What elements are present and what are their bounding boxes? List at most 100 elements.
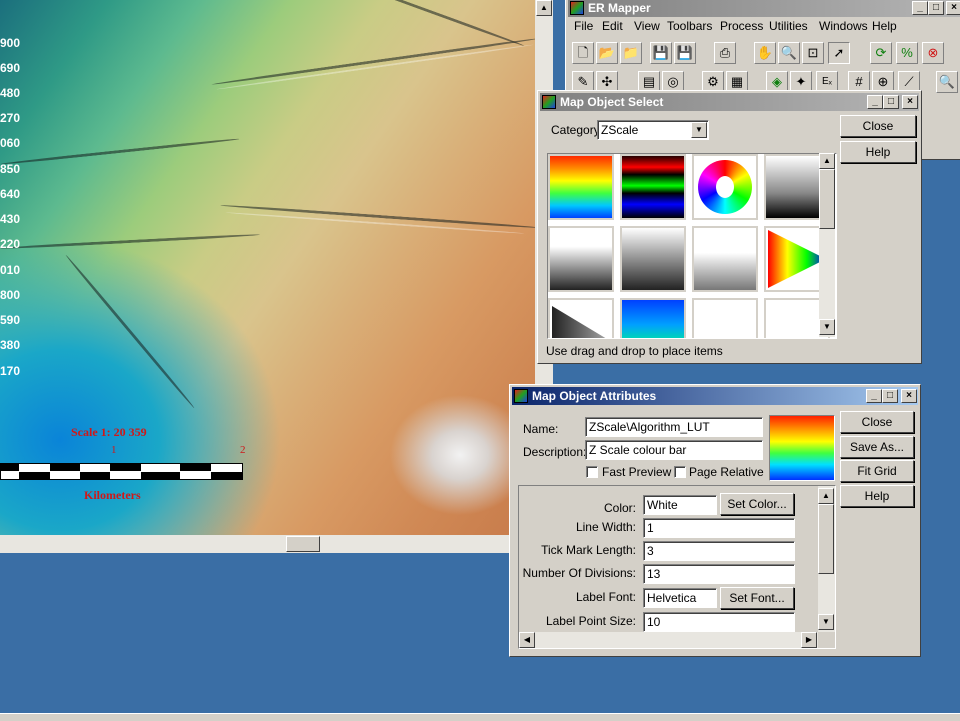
y-axis-label: 060 — [0, 136, 21, 150]
terrain-ridge — [64, 253, 196, 410]
rgb-bands-lut[interactable] — [620, 154, 686, 220]
save-as-icon[interactable]: 💾 — [674, 42, 696, 64]
scroll-thumb[interactable] — [286, 536, 320, 552]
attributes-horizontal-scrollbar[interactable]: ◀ ▶ — [519, 632, 818, 648]
label-point-size-label: Label Point Size: — [545, 614, 636, 628]
minimize-icon[interactable]: _ — [867, 95, 883, 109]
search-icon[interactable]: 🔍 — [936, 71, 958, 93]
terrain-map-canvas[interactable]: 900 690 480 270 060 850 640 430 220 010 … — [0, 0, 535, 535]
title-bar: Map Object Attributes _ □ × — [512, 387, 918, 405]
scroll-left-icon[interactable]: ◀ — [519, 632, 535, 648]
description-field[interactable]: Z Scale colour bar — [585, 440, 763, 460]
rainbow-lut[interactable] — [548, 154, 614, 220]
lut-vertical-scrollbar[interactable]: ▲ ▼ — [819, 153, 835, 337]
scroll-down-icon[interactable]: ▼ — [818, 614, 834, 630]
stop-icon[interactable]: ⊗ — [922, 42, 944, 64]
fast-preview-label: Fast Preview — [602, 465, 672, 479]
close-button[interactable]: Close — [840, 115, 916, 137]
set-color-button[interactable]: Set Color... — [720, 493, 794, 515]
maximize-icon[interactable]: □ — [928, 1, 944, 15]
color-wheel-lut[interactable] — [692, 154, 758, 220]
name-field[interactable]: ZScale\Algorithm_LUT — [585, 417, 763, 437]
menu-help[interactable]: Help — [872, 17, 897, 35]
y-axis-label: 380 — [0, 338, 21, 352]
new-icon[interactable]: 🗋 — [572, 42, 594, 64]
menu-windows[interactable]: Windows — [819, 17, 868, 35]
label-font-label: Label Font: — [575, 590, 636, 604]
blue-green-lut[interactable] — [620, 298, 686, 338]
white-blue-lut[interactable] — [692, 298, 758, 338]
er-mapper-icon — [542, 95, 556, 109]
scroll-thumb[interactable] — [819, 169, 835, 229]
refresh-icon[interactable]: ⟳ — [870, 42, 892, 64]
scale-bar-segment — [141, 472, 180, 479]
y-axis-label: 690 — [0, 61, 21, 75]
lut-tile-grid — [547, 153, 837, 339]
minimize-icon[interactable]: _ — [912, 1, 928, 15]
menu-process[interactable]: Process — [720, 17, 763, 35]
attributes-panel: Color: White Set Color... Line Width: 1 … — [518, 485, 836, 649]
terrain-ridge — [335, 0, 525, 48]
y-axis-label: 800 — [0, 288, 21, 302]
label-font-field[interactable]: Helvetica — [643, 588, 717, 608]
zoom-box-icon[interactable]: ⊡ — [802, 42, 824, 64]
menu-bar: File Edit View Toolbars Process Utilitie… — [570, 17, 960, 35]
y-axis-label: 170 — [0, 364, 21, 378]
print-icon[interactable]: ⎙ — [714, 42, 736, 64]
maximize-icon[interactable]: □ — [883, 95, 899, 109]
map-object-select-window: Map Object Select _ □ × Category: ZScale… — [537, 90, 922, 364]
y-axis-label: 430 — [0, 212, 21, 226]
number-of-divisions-field[interactable]: 13 — [643, 564, 795, 584]
y-axis-label: 270 — [0, 111, 21, 125]
minimize-icon[interactable]: _ — [866, 389, 882, 403]
zoom-icon[interactable]: 🔍 — [778, 42, 800, 64]
help-button[interactable]: Help — [840, 485, 914, 507]
fit-grid-button[interactable]: Fit Grid — [840, 460, 914, 482]
gray-triangle-lut[interactable] — [548, 298, 614, 338]
open-folder-icon[interactable]: 📁 — [620, 42, 642, 64]
save-icon[interactable]: 💾 — [650, 42, 672, 64]
open-icon[interactable]: 📂 — [596, 42, 618, 64]
menu-view[interactable]: View — [634, 17, 660, 35]
line-width-field[interactable]: 1 — [643, 518, 795, 538]
terrain-ridge — [211, 37, 535, 86]
help-button[interactable]: Help — [840, 141, 916, 163]
close-button[interactable]: Close — [840, 411, 914, 433]
menu-utilities[interactable]: Utilities — [769, 17, 808, 35]
scroll-up-icon[interactable]: ▲ — [536, 0, 552, 16]
scroll-up-icon[interactable]: ▲ — [819, 153, 835, 169]
y-axis-label: 010 — [0, 263, 21, 277]
menu-file[interactable]: File — [574, 17, 593, 35]
scale-units: Kilometers — [84, 488, 141, 502]
page-relative-checkbox[interactable] — [674, 466, 686, 478]
scroll-thumb[interactable] — [818, 504, 834, 574]
maximize-icon[interactable]: □ — [882, 389, 898, 403]
pan-hand-icon[interactable]: ✋ — [754, 42, 776, 64]
set-font-button[interactable]: Set Font... — [720, 587, 794, 609]
category-label: Category: — [551, 123, 604, 137]
scroll-down-icon[interactable]: ▼ — [819, 319, 835, 335]
terrain-ridge — [216, 43, 534, 91]
gray-fade-lut[interactable] — [692, 226, 758, 292]
menu-toolbars[interactable]: Toolbars — [667, 17, 712, 35]
chevron-down-icon[interactable]: ▼ — [691, 122, 707, 138]
label-point-size-field[interactable]: 10 — [643, 612, 795, 632]
fast-preview-checkbox[interactable] — [586, 466, 598, 478]
menu-edit[interactable]: Edit — [602, 17, 623, 35]
color-field[interactable]: White — [643, 495, 717, 515]
close-icon[interactable]: × — [902, 95, 918, 109]
save-as-button[interactable]: Save As... — [840, 436, 914, 458]
pointer-icon[interactable]: ➚ — [828, 42, 850, 64]
gray-lut[interactable] — [620, 226, 686, 292]
stats-icon[interactable]: % — [896, 42, 918, 64]
close-icon[interactable]: × — [946, 1, 960, 15]
window-title: Map Object Select — [560, 95, 664, 109]
close-icon[interactable]: × — [901, 389, 917, 403]
white-gray-lut[interactable] — [548, 226, 614, 292]
scroll-up-icon[interactable]: ▲ — [818, 488, 834, 504]
tick-mark-length-field[interactable]: 3 — [643, 541, 795, 561]
attributes-vertical-scrollbar[interactable]: ▲ ▼ — [818, 486, 835, 632]
terrain-ridge — [220, 203, 535, 230]
scroll-right-icon[interactable]: ▶ — [801, 632, 817, 648]
map-horizontal-scrollbar[interactable] — [0, 535, 553, 553]
